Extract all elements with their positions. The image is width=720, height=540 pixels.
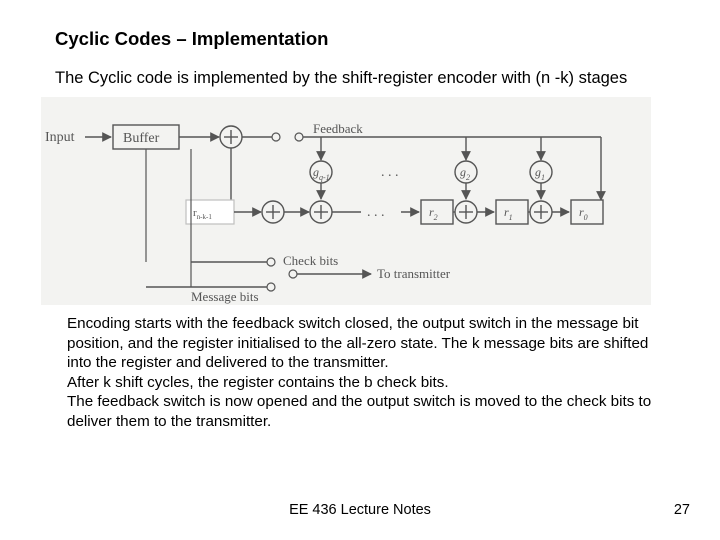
- shift-register-diagram: Input Buffer Feedback gq-1 g2 g1: [41, 97, 651, 305]
- slide-description: Encoding starts with the feedback switch…: [67, 314, 653, 431]
- svg-text:. . .: . . .: [381, 165, 399, 180]
- buffer-label: Buffer: [123, 131, 160, 146]
- feedback-label: Feedback: [313, 121, 363, 136]
- input-label: Input: [45, 130, 75, 145]
- checkbits-label: Check bits: [283, 253, 338, 268]
- footer-page: 27: [674, 502, 690, 518]
- totx-label: To transmitter: [377, 266, 451, 281]
- svg-text:. . .: . . .: [367, 205, 385, 220]
- slide-intro: The Cyclic code is implemented by the sh…: [55, 68, 665, 89]
- footer-notes: EE 436 Lecture Notes: [0, 502, 720, 518]
- msgbits-label: Message bits: [191, 289, 259, 304]
- slide-title: Cyclic Codes – Implementation: [55, 28, 665, 50]
